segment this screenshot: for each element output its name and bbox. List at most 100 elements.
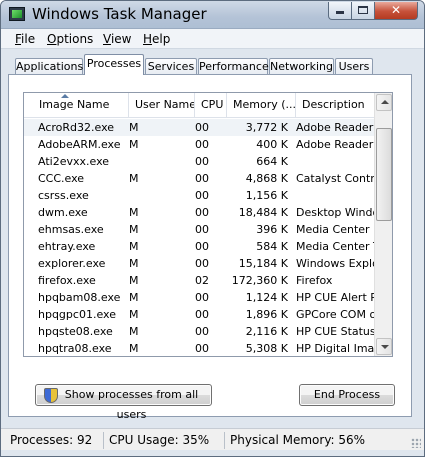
- process-user: M: [129, 291, 139, 304]
- process-user: M: [129, 308, 139, 321]
- tab-processes[interactable]: Processes: [84, 54, 144, 75]
- column-description[interactable]: Description: [296, 93, 374, 117]
- process-user: M: [129, 342, 139, 355]
- tab-networking[interactable]: Networking: [269, 58, 334, 75]
- process-name: AcroRd32.exe: [38, 121, 115, 134]
- minimize-button[interactable]: [328, 2, 352, 20]
- process-user: M: [129, 274, 139, 287]
- process-memory: 396 K: [256, 223, 288, 236]
- menu-options[interactable]: Options: [47, 32, 93, 46]
- process-memory: 1,124 K: [245, 291, 288, 304]
- process-description: Adobe Reader ar: [296, 138, 380, 151]
- vertical-scrollbar[interactable]: [374, 93, 392, 356]
- process-user: M: [129, 223, 139, 236]
- process-memory: 3,772 K: [245, 121, 288, 134]
- process-row[interactable]: AdobeARM.exe M 00 400 K Adobe Reader ar: [24, 136, 380, 153]
- process-row[interactable]: explorer.exe M 00 15,184 K Windows Explore: [24, 255, 380, 272]
- process-description: Windows Explore: [296, 257, 380, 270]
- process-cpu: 00: [195, 155, 209, 168]
- title-bar[interactable]: Windows Task Manager ✕: [1, 1, 424, 29]
- process-row[interactable]: csrss.exe 00 1,156 K: [24, 187, 374, 204]
- task-manager-icon: [9, 7, 25, 21]
- process-description: Firefox: [296, 274, 333, 287]
- tab-applications[interactable]: Applications: [15, 58, 83, 75]
- tab-users[interactable]: Users: [335, 58, 373, 75]
- process-row[interactable]: hpqgpc01.exe M 00 1,896 K GPCore COM obje: [24, 306, 380, 323]
- column-cpu[interactable]: CPU: [195, 93, 227, 117]
- process-user: M: [129, 206, 139, 219]
- menu-file[interactable]: File: [15, 32, 35, 46]
- resize-grip-icon[interactable]: [411, 438, 421, 448]
- column-image-name[interactable]: Image Name: [24, 93, 129, 117]
- process-memory: 664 K: [256, 155, 288, 168]
- process-row[interactable]: AcroRd32.exe M 00 3,772 K Adobe Reader 8.: [24, 119, 380, 136]
- process-description: Desktop Window: [296, 206, 380, 219]
- menu-bar: File Options View Help: [1, 29, 424, 49]
- process-memory: 172,360 K: [231, 274, 288, 287]
- process-cpu: 00: [195, 138, 209, 151]
- process-row[interactable]: firefox.exe M 02 172,360 K Firefox: [24, 272, 374, 289]
- close-icon: ✕: [390, 3, 402, 17]
- end-process-button[interactable]: End Process: [299, 384, 395, 406]
- process-cpu: 00: [195, 291, 209, 304]
- uac-shield-icon: [44, 388, 58, 403]
- process-description: HP CUE Alert Pop: [296, 291, 380, 304]
- process-row[interactable]: ehmsas.exe M 00 396 K Media Center Me: [24, 221, 380, 238]
- tab-services[interactable]: Services: [145, 58, 197, 75]
- process-cpu: 00: [195, 206, 209, 219]
- process-row[interactable]: ehtray.exe M 00 584 K Media Center Tra: [24, 238, 380, 255]
- scroll-up-button[interactable]: [376, 94, 392, 111]
- process-cpu: 02: [195, 274, 209, 287]
- process-name: Ati2evxx.exe: [38, 155, 110, 168]
- process-name: ehmsas.exe: [38, 223, 104, 236]
- process-name: hpqbam08.exe: [38, 291, 121, 304]
- process-cpu: 00: [195, 189, 209, 202]
- process-list[interactable]: Image Name User Name CPU Memory (... Des…: [23, 92, 393, 357]
- process-cpu: 00: [195, 308, 209, 321]
- process-description: HP Digital Imagin: [296, 342, 380, 355]
- process-description: Media Center Tra: [296, 240, 380, 253]
- process-cpu: 00: [195, 172, 209, 185]
- process-name: hpqtra08.exe: [38, 342, 112, 355]
- process-memory: 2,116 K: [245, 325, 288, 338]
- menu-view[interactable]: View: [103, 32, 131, 46]
- process-row[interactable]: hpqste08.exe M 00 2,116 K HP CUE Status R: [24, 323, 380, 340]
- process-cpu: 00: [195, 257, 209, 270]
- scroll-down-button[interactable]: [376, 338, 392, 355]
- process-cpu: 00: [195, 121, 209, 134]
- close-button[interactable]: ✕: [375, 2, 418, 20]
- status-cpu-usage: CPU Usage: 35%: [105, 432, 225, 449]
- process-name: csrss.exe: [38, 189, 89, 202]
- process-user: M: [129, 172, 139, 185]
- maximize-button[interactable]: [352, 2, 375, 20]
- process-description: Catalyst Control: [296, 172, 380, 185]
- process-rows: AcroRd32.exe M 00 3,772 K Adobe Reader 8. Ado…: [24, 119, 380, 356]
- process-user: M: [129, 240, 139, 253]
- process-memory: 1,156 K: [245, 189, 288, 202]
- menu-help[interactable]: Help: [143, 32, 170, 46]
- show-all-processes-button[interactable]: Show processes from all users: [35, 384, 212, 421]
- process-cpu: 00: [195, 223, 209, 236]
- process-user: M: [129, 257, 139, 270]
- process-user: M: [129, 325, 139, 338]
- process-memory: 18,484 K: [238, 206, 288, 219]
- tab-performance[interactable]: Performance: [198, 58, 269, 75]
- process-row[interactable]: hpqbam08.exe M 00 1,124 K HP CUE Alert Pop: [24, 289, 380, 306]
- process-description: Media Center Me: [296, 223, 380, 236]
- scroll-thumb[interactable]: [376, 128, 392, 221]
- column-user-name[interactable]: User Name: [129, 93, 195, 117]
- process-row[interactable]: hpqtra08.exe M 00 5,308 K HP Digital Imagin: [24, 340, 380, 356]
- process-name: hpqgpc01.exe: [38, 308, 116, 321]
- process-row[interactable]: CCC.exe M 00 4,868 K Catalyst Control: [24, 170, 380, 187]
- status-bar: Processes: 92 CPU Usage: 35% Physical Me…: [1, 428, 424, 450]
- process-name: firefox.exe: [38, 274, 96, 287]
- process-row[interactable]: Ati2evxx.exe 00 664 K: [24, 153, 374, 170]
- status-processes: Processes: 92: [6, 432, 104, 449]
- sort-ascending-icon: [61, 94, 69, 98]
- maximize-icon: [358, 6, 368, 14]
- process-description: GPCore COM obje: [296, 308, 380, 321]
- process-row[interactable]: dwm.exe M 00 18,484 K Desktop Window: [24, 204, 380, 221]
- process-memory: 5,308 K: [245, 342, 288, 355]
- process-name: ehtray.exe: [38, 240, 96, 253]
- column-memory[interactable]: Memory (...: [227, 93, 296, 117]
